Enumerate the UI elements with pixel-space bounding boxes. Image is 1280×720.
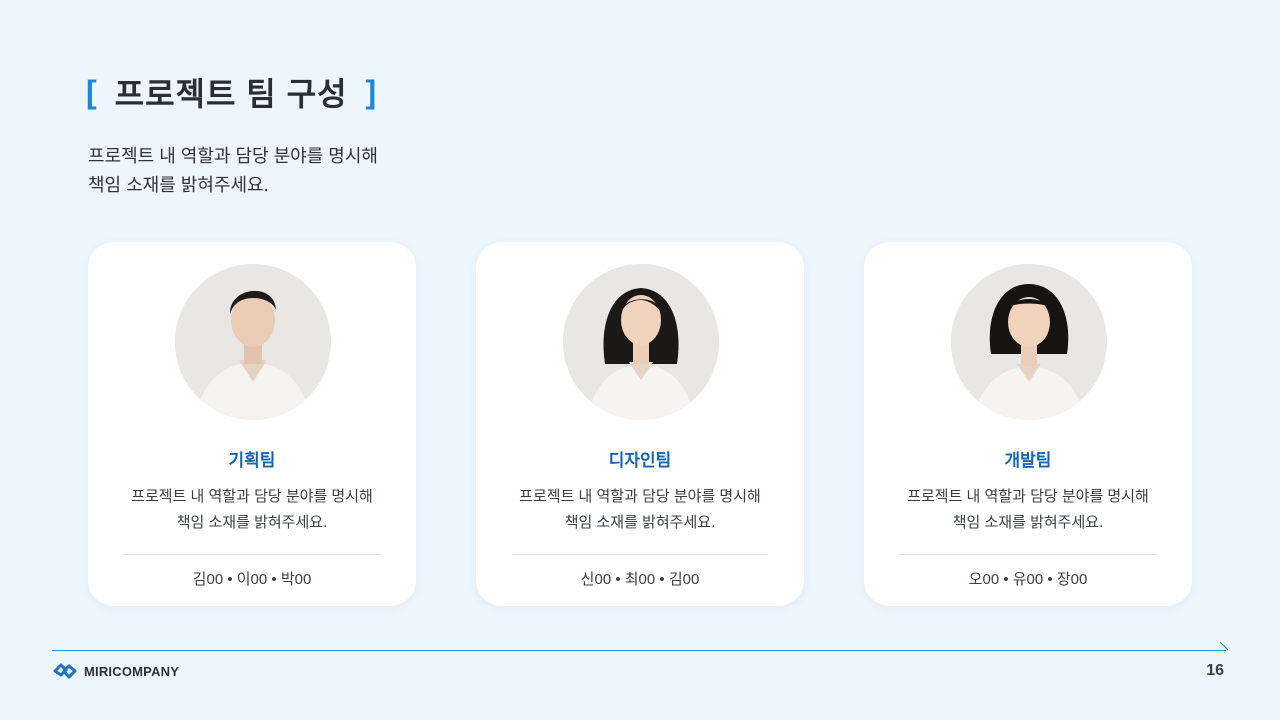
team-description-line-1: 프로젝트 내 역할과 담당 분야를 명시해	[131, 488, 373, 505]
team-card-design: 디자인팀 프로젝트 내 역할과 담당 분야를 명시해 책임 소재를 밝혀주세요.…	[476, 242, 804, 606]
card-divider	[124, 554, 380, 555]
card-divider	[512, 554, 768, 555]
team-description-line-2: 책임 소재를 밝혀주세요.	[176, 514, 328, 531]
team-name: 디자인팀	[608, 451, 672, 470]
page-title: 프로젝트 팀 구성	[114, 76, 348, 112]
avatar-male	[175, 264, 331, 420]
team-description-line-1: 프로젝트 내 역할과 담당 분야를 명시해	[907, 488, 1149, 505]
team-card-planning: 기획팀 프로젝트 내 역할과 담당 분야를 명시해 책임 소재를 밝혀주세요. …	[88, 242, 416, 606]
team-description: 프로젝트 내 역할과 담당 분야를 명시해 책임 소재를 밝혀주세요.	[500, 484, 780, 536]
company-name: MIRICOMPANY	[84, 663, 180, 679]
team-members: 신00 • 최00 • 김00	[580, 571, 700, 588]
footer-arrow-icon	[1219, 641, 1229, 651]
footer-rule	[52, 650, 1226, 651]
title-bracket-close: ]	[365, 74, 377, 110]
team-cards: 기획팀 프로젝트 내 역할과 담당 분야를 명시해 책임 소재를 밝혀주세요. …	[88, 242, 1192, 606]
page-title-row: [ 프로젝트 팀 구성 ]	[86, 70, 376, 114]
team-description: 프로젝트 내 역할과 담당 분야를 명시해 책임 소재를 밝혀주세요.	[888, 484, 1168, 536]
team-description-line-2: 책임 소재를 밝혀주세요.	[564, 514, 716, 531]
team-description-line-1: 프로젝트 내 역할과 담당 분야를 명시해	[519, 488, 761, 505]
page-number: 16	[1206, 662, 1224, 679]
title-bracket-open: [	[86, 74, 97, 110]
subtitle-line-1: 프로젝트 내 역할과 담당 분야를 명시해	[88, 146, 378, 166]
avatar-female-long-hair	[563, 264, 719, 420]
team-members: 김00 • 이00 • 박00	[192, 571, 312, 588]
team-description: 프로젝트 내 역할과 담당 분야를 명시해 책임 소재를 밝혀주세요.	[112, 484, 392, 536]
subtitle-line-2: 책임 소재를 밝혀주세요.	[88, 175, 269, 195]
page-subtitle: 프로젝트 내 역할과 담당 분야를 명시해 책임 소재를 밝혀주세요.	[88, 142, 448, 200]
team-description-line-2: 책임 소재를 밝혀주세요.	[952, 514, 1104, 531]
card-divider	[900, 554, 1156, 555]
team-members: 오00 • 유00 • 장00	[968, 571, 1088, 588]
avatar-female-bob-hair	[951, 264, 1107, 420]
team-name: 기획팀	[228, 451, 276, 470]
company-logo: MIRICOMPANY	[52, 660, 179, 682]
team-card-development: 개발팀 프로젝트 내 역할과 담당 분야를 명시해 책임 소재를 밝혀주세요. …	[864, 242, 1192, 606]
chain-logo-icon	[53, 663, 77, 679]
team-name: 개발팀	[1004, 451, 1052, 470]
